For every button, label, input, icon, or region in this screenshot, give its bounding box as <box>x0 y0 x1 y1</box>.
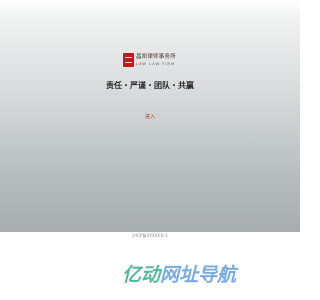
watermark-part-2: 网址导航 <box>160 264 237 286</box>
firm-logo: 昌凯律师事务所 LAW LAW FIRM <box>123 53 179 71</box>
watermark-logo: 亿动网址导航 <box>122 262 236 288</box>
enter-link[interactable]: 进入 <box>140 113 160 120</box>
watermark-part-1: 亿动 <box>122 264 161 286</box>
firm-name: 昌凯律师事务所 <box>136 54 176 60</box>
firm-seal-icon <box>123 53 134 67</box>
slogan: 责任・严谨・团队・共赢 <box>106 81 194 90</box>
splash-background: 昌凯律师事务所 LAW LAW FIRM 责任・严谨・团队・共赢 进入 <box>0 0 300 232</box>
icp-record[interactable]: 沪ICP备XXXXX号-1 <box>0 233 300 239</box>
firm-name-english: LAW LAW FIRM <box>136 61 176 66</box>
